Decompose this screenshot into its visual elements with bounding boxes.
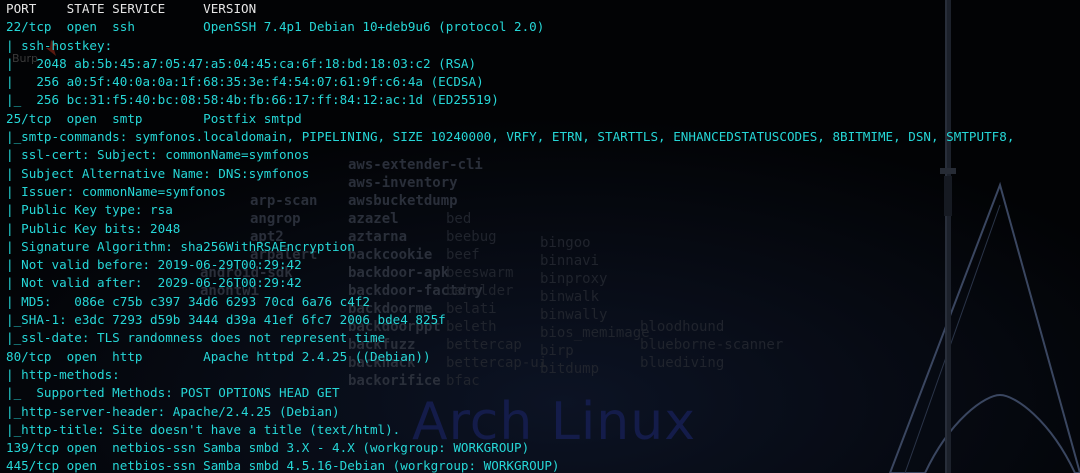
output-line: | Not valid before: 2019-06-29T00:29:42 bbox=[6, 257, 302, 273]
output-line: | 256 a0:5f:40:0a:0a:1f:68:35:3e:f4:54:0… bbox=[6, 74, 484, 90]
port-line-http: 80/tcp open http Apache httpd 2.4.25 ((D… bbox=[6, 348, 431, 364]
output-line: |_http-title: Site doesn't have a title … bbox=[6, 421, 401, 437]
output-line: |_ Supported Methods: POST OPTIONS HEAD … bbox=[6, 385, 340, 401]
output-line: | Subject Alternative Name: DNS:symfonos bbox=[6, 165, 310, 181]
output-line: | ssl-cert: Subject: commonName=symfonos bbox=[6, 147, 310, 163]
output-line: | http-methods: bbox=[6, 366, 128, 382]
output-line: |_smtp-commands: symfonos.localdomain, P… bbox=[6, 129, 1022, 145]
port-line-ssh: 22/tcp open ssh OpenSSH 7.4p1 Debian 10+… bbox=[6, 19, 545, 35]
output-line: | 2048 ab:5b:45:a7:05:47:a5:04:45:ca:6f:… bbox=[6, 55, 477, 71]
output-line: | MD5: 086e c75b c397 34d6 6293 70cd 6a7… bbox=[6, 293, 370, 309]
output-line: | Not valid after: 2029-06-26T00:29:42 bbox=[6, 275, 302, 291]
output-line: |_SHA-1: e3dc 7293 d59b 3444 d39a 41ef 6… bbox=[6, 312, 446, 328]
output-line: |_ 256 bc:31:f5:40:bc:08:58:4b:fb:66:17:… bbox=[6, 92, 499, 108]
port-line-smtp: 25/tcp open smtp Postfix smtpd bbox=[6, 110, 302, 126]
port-line-netbios-445: 445/tcp open netbios-ssn Samba smbd 4.5.… bbox=[6, 458, 560, 473]
nmap-output[interactable]: PORT STATE SERVICE VERSION 22/tcp open s… bbox=[6, 0, 1022, 473]
output-line: | Public Key type: rsa bbox=[6, 202, 173, 218]
output-line: | Issuer: commonName=symfonos bbox=[6, 183, 226, 199]
output-line: | Public Key bits: 2048 bbox=[6, 220, 181, 236]
output-line: | Signature Algorithm: sha256WithRSAEncr… bbox=[6, 238, 355, 254]
output-line: |_ssl-date: TLS randomness does not repr… bbox=[6, 330, 386, 346]
terminal-window[interactable]: aws-extender-cli aws-inventory awsbucket… bbox=[0, 0, 1080, 473]
port-line-netbios-139: 139/tcp open netbios-ssn Samba smbd 3.X … bbox=[6, 440, 530, 456]
output-line: |_http-server-header: Apache/2.4.25 (Deb… bbox=[6, 403, 340, 419]
output-line: | ssh-hostkey: bbox=[6, 37, 120, 53]
output-header-line: PORT STATE SERVICE VERSION bbox=[6, 1, 257, 16]
